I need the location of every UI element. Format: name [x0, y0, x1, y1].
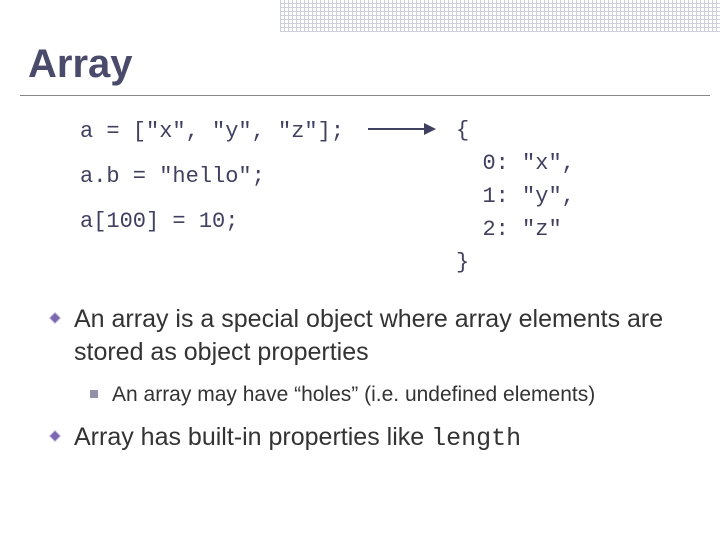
bullet-level1: Array has built-in properties like lengt… — [48, 421, 680, 455]
page-title: Array — [28, 42, 720, 87]
bullet-level2: An array may have “holes” (i.e. undefine… — [90, 381, 680, 409]
bullet-text: An array is a special object where array… — [74, 305, 663, 366]
code-left-block: a = ["x", "y", "z"]; a.b = "hello"; a[10… — [80, 114, 344, 240]
code-right-block: { 0: "x", 1: "y", 2: "z" } — [456, 114, 575, 279]
obj-close: } — [456, 246, 575, 279]
code-example: a = ["x", "y", "z"]; a.b = "hello"; a[10… — [80, 114, 720, 279]
code-line: a.b = "hello"; — [80, 159, 344, 194]
bullet-level1: An array is a special object where array… — [48, 303, 680, 369]
code-line: a = ["x", "y", "z"]; — [80, 114, 344, 149]
obj-line: 1: "y", — [456, 180, 575, 213]
square-icon — [90, 390, 98, 398]
obj-line: 2: "z" — [456, 213, 575, 246]
header-pattern — [0, 0, 720, 32]
obj-line: 0: "x", — [456, 147, 575, 180]
code-line: a[100] = 10; — [80, 204, 344, 239]
bullet-text: Array has built-in properties like — [74, 423, 431, 451]
bullet-list: An array is a special object where array… — [48, 303, 680, 455]
obj-open: { — [456, 114, 575, 147]
arrow-icon — [366, 120, 438, 138]
title-underline — [20, 95, 710, 96]
code-inline: length — [431, 424, 521, 453]
bullet-text: An array may have “holes” (i.e. undefine… — [112, 383, 595, 406]
diamond-icon — [48, 429, 62, 443]
diamond-icon — [48, 311, 62, 325]
